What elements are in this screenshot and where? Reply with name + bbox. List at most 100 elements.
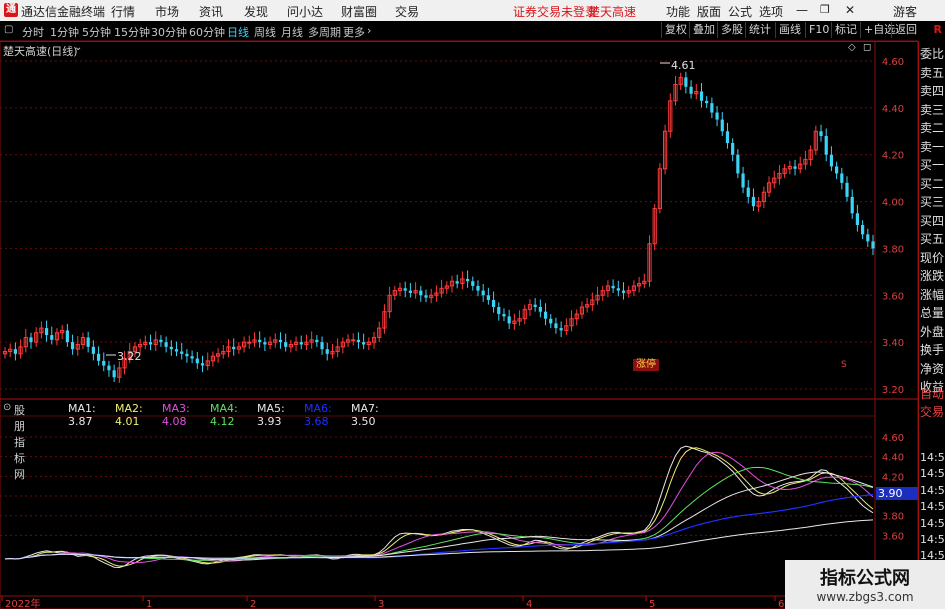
candle-down bbox=[70, 342, 75, 350]
diamond-icon[interactable]: ◇ bbox=[848, 42, 856, 53]
side-item-14[interactable]: 总量 bbox=[920, 304, 944, 321]
side-item-20[interactable]: 交易 bbox=[920, 403, 944, 420]
indicator-y-tick: 4.40 bbox=[882, 453, 904, 464]
candle-up bbox=[247, 341, 252, 344]
chart-settings-icon[interactable]: ⌄ bbox=[74, 42, 82, 53]
candle-down bbox=[819, 131, 823, 136]
candle-down bbox=[824, 135, 828, 155]
candle-down bbox=[107, 365, 111, 371]
ma2-line bbox=[4, 447, 874, 567]
candle-down bbox=[549, 318, 553, 324]
candle-down bbox=[741, 173, 745, 188]
candle-down bbox=[44, 328, 49, 336]
candle-down bbox=[699, 91, 704, 101]
side-item-2[interactable]: 卖四 bbox=[920, 82, 944, 99]
indicator-y-tick: 4.60 bbox=[882, 433, 904, 444]
side-item-1[interactable]: 卖五 bbox=[920, 64, 944, 81]
candle-down bbox=[96, 353, 101, 361]
candle-down bbox=[465, 278, 470, 282]
time-axis-label: 4 bbox=[526, 599, 532, 609]
candle-down bbox=[684, 77, 688, 87]
candle-down bbox=[845, 182, 849, 197]
ma1-line bbox=[4, 445, 874, 569]
time-axis-label: 2022年 bbox=[5, 597, 40, 609]
candle-down bbox=[866, 234, 870, 242]
main-y-tick: 4.20 bbox=[882, 151, 904, 162]
ma3-line bbox=[4, 451, 874, 564]
candle-down bbox=[102, 360, 106, 366]
ma6-value: MA6: 3.68 bbox=[304, 402, 332, 428]
ma4-value: MA4: 4.12 bbox=[210, 402, 238, 428]
ma5-value: MA5: 3.93 bbox=[257, 402, 285, 428]
expand-icon[interactable]: ◻ bbox=[863, 42, 871, 53]
ma-lines bbox=[4, 445, 874, 569]
candle-down bbox=[325, 349, 329, 354]
candle-down bbox=[746, 187, 750, 197]
quote-side-panel: 委比 卖五 卖四 卖三 卖二 卖一 买一 买二 买三 买四 买五 现价 涨跌 涨幅 总量 外盘 换手 净资 收益 自动… bbox=[918, 41, 945, 609]
side-item-15[interactable]: 外盘 bbox=[920, 323, 944, 340]
side-item-4[interactable]: 卖二 bbox=[920, 119, 944, 136]
candle-down bbox=[751, 196, 756, 207]
candle-down bbox=[871, 241, 875, 249]
side-item-16[interactable]: 换手 bbox=[920, 341, 944, 358]
candle-down bbox=[91, 346, 95, 354]
candle-down bbox=[840, 173, 844, 183]
side-time-1: 14:56 bbox=[920, 467, 945, 481]
candle-down bbox=[195, 358, 199, 364]
time-axis-label: 5 bbox=[649, 599, 655, 609]
candle-down bbox=[315, 339, 319, 343]
candle-down bbox=[299, 342, 303, 345]
side-item-12[interactable]: 涨跌 bbox=[920, 267, 944, 284]
candle-down bbox=[793, 166, 797, 169]
indicator-y-tick: 3.60 bbox=[882, 531, 904, 542]
candle-down bbox=[611, 285, 615, 289]
candle-down bbox=[185, 353, 189, 357]
side-item-5[interactable]: 卖一 bbox=[920, 138, 944, 155]
candle-down bbox=[112, 370, 116, 378]
side-item-17[interactable]: 净资 bbox=[920, 360, 944, 377]
candle-down bbox=[356, 339, 361, 343]
side-item-8[interactable]: 买三 bbox=[920, 193, 944, 210]
candle-down bbox=[543, 311, 548, 319]
candle-down bbox=[616, 288, 620, 291]
candle-down bbox=[148, 342, 153, 345]
chart-axes: 4.60 4.40 4.20 4.00 3.80 3.60 3.40 3.20 4.60 4.40… bbox=[1, 57, 904, 609]
side-time-4: 14:56 bbox=[920, 516, 945, 530]
side-item-6[interactable]: 买一 bbox=[920, 156, 944, 173]
candle-down bbox=[476, 285, 480, 291]
side-item-10[interactable]: 买五 bbox=[920, 230, 944, 247]
indicator-settings-icon[interactable]: ⊙ bbox=[3, 402, 11, 413]
side-item-13[interactable]: 涨幅 bbox=[920, 286, 944, 303]
watermark-line2: www.zbgs3.com bbox=[816, 590, 914, 604]
ma3-value: MA3: 4.08 bbox=[162, 402, 190, 428]
main-y-tick: 4.00 bbox=[882, 198, 904, 209]
time-axis-label: 1 bbox=[146, 599, 152, 609]
candle-down bbox=[507, 316, 511, 324]
candle-down bbox=[284, 342, 288, 347]
candle-down bbox=[705, 100, 709, 104]
candle-down bbox=[731, 143, 735, 155]
limit-up-badge: 涨停 bbox=[633, 359, 659, 371]
candle-down bbox=[190, 356, 194, 359]
side-time-5: 14:56 bbox=[920, 533, 945, 546]
candle-down bbox=[538, 307, 542, 312]
side-item-3[interactable]: 卖三 bbox=[920, 101, 944, 118]
candle-down bbox=[850, 196, 854, 214]
side-item-11[interactable]: 现价 bbox=[920, 249, 944, 266]
candle-down bbox=[559, 328, 563, 331]
side-item-0[interactable]: 委比 bbox=[920, 45, 944, 62]
candle-down bbox=[258, 339, 262, 343]
ma2-value: MA2: 4.01 bbox=[115, 402, 143, 428]
candle-down bbox=[169, 346, 173, 350]
ma6-line bbox=[4, 493, 874, 560]
ma7-value: MA7: 3.50 bbox=[351, 402, 379, 428]
side-item-7[interactable]: 买二 bbox=[920, 175, 944, 192]
side-item-19[interactable]: 自动 bbox=[920, 385, 944, 402]
candle-down bbox=[408, 290, 413, 293]
time-axis-label: 6 bbox=[778, 599, 784, 609]
candle-down bbox=[419, 290, 423, 296]
indicator-name[interactable]: 股朋指标网 bbox=[14, 402, 25, 482]
candle-down bbox=[855, 213, 860, 225]
kline-chart[interactable]: 4.60 4.40 4.20 4.00 3.80 3.60 3.40 3.20 4.60 4.40… bbox=[0, 0, 918, 609]
side-item-9[interactable]: 买四 bbox=[920, 212, 944, 229]
